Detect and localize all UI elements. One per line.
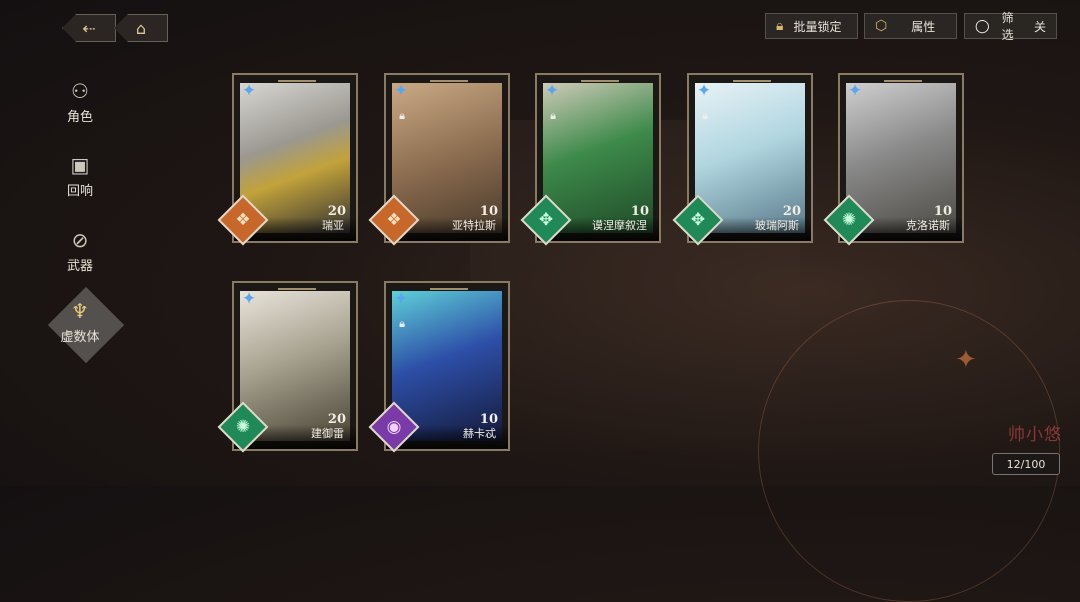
attribute-button[interactable]: ⬡ 属性 [864,13,957,39]
sun-rune-icon: ✺ [235,417,251,437]
home-icon: ⌂ [135,18,147,38]
filter-label: 筛选 [1001,11,1014,42]
lock-icon: 🔒︎ [399,317,405,330]
imaginary-body-icon: ♆ [71,299,89,323]
toggle-circle-icon: ◯ [975,18,990,34]
rank-star-icon: ✦ [696,81,712,101]
sidebar-item-weapon[interactable]: ⊘ 武器 [50,227,110,274]
rank-star-icon: ✦ [393,81,409,101]
home-button[interactable]: ⌂ [114,14,168,42]
character-icon: ⚇ [71,79,89,103]
attribute-badge-orange: ❖ [368,194,420,246]
rank-star-icon: ✦ [544,81,560,101]
sidebar-item-echo[interactable]: ▣ 回响 [50,152,110,199]
filter-state: 关 [1033,19,1046,34]
background-ring [758,300,1060,602]
attribute-badge-green: ✥ [520,194,572,246]
filter-button[interactable]: ◯ 筛选 关 [964,11,1057,42]
wind-rune-icon: ✥ [690,210,706,230]
card-name: 玻瑞阿斯 [755,219,799,232]
attribute-badge-green: ✥ [672,194,724,246]
sun-rune-icon: ✺ [841,210,857,230]
card-name: 克洛诺斯 [906,219,950,232]
echo-icon: ▣ [70,153,90,177]
card-name: 瑞亚 [322,219,344,232]
batch-lock-label: 批量锁定 [793,19,842,34]
attribute-badge-green: ✺ [217,401,269,453]
weapon-icon: ⊘ [71,228,89,252]
attribute-label: 属性 [911,19,936,34]
sidebar-item-label: 武器 [66,259,93,274]
rank-star-icon: ✦ [241,289,257,309]
attribute-icon: ⬡ [875,18,888,34]
sidebar-item-label: 角色 [66,110,93,125]
attribute-badge-orange: ❖ [217,194,269,246]
inventory-counter: 12/100 [992,453,1060,475]
attribute-badge-purple: ◉ [368,401,420,453]
sidebar-item-character[interactable]: ⚇ 角色 [50,78,110,125]
rank-star-icon: ✦ [241,81,257,101]
rank-star-icon: ✦ [847,81,863,101]
batch-lock-button[interactable]: 🔒︎ 批量锁定 [765,13,858,39]
lock-icon: 🔒︎ [776,18,784,34]
card-name: 赫卡忒 [463,427,496,440]
back-arrow-icon: ⇠ [82,18,96,38]
wind-rune-icon: ✥ [538,210,554,230]
back-button[interactable]: ⇠ [62,14,116,42]
sidebar-item-imaginary-body[interactable]: ♆ 虚数体 [50,298,110,345]
rank-star-icon: ✦ [393,289,409,309]
sidebar-item-label: 回响 [66,184,93,199]
card-name: 亚特拉斯 [452,219,496,232]
card-name: 谟涅摩叙涅 [592,219,647,232]
lock-icon: 🔒︎ [550,109,556,122]
background-star-icon: ✦ [955,345,977,375]
lock-icon: 🔒︎ [399,109,405,122]
attribute-badge-green: ✺ [823,194,875,246]
fire-rune-icon: ❖ [386,210,402,230]
card-name: 建御雷 [311,427,344,440]
fire-rune-icon: ❖ [235,210,251,230]
sidebar-item-label: 虚数体 [60,330,100,345]
vortex-rune-icon: ◉ [386,417,402,437]
lock-icon: 🔒︎ [702,109,708,122]
watermark: 帅小悠 [1008,425,1062,445]
